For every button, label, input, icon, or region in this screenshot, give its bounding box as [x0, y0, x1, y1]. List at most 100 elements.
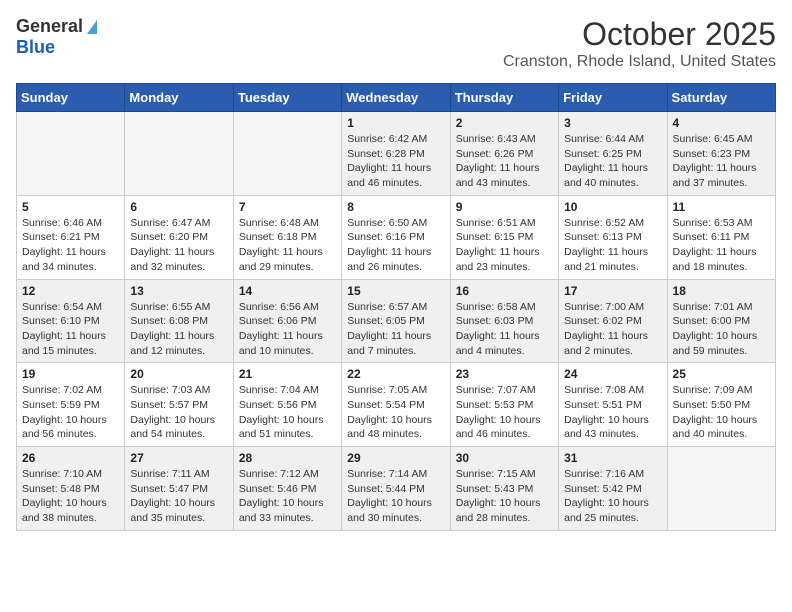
day-number: 25 — [673, 367, 770, 381]
calendar-cell — [233, 112, 341, 196]
calendar-cell: 12 Sunrise: 6:54 AMSunset: 6:10 PMDayligh… — [17, 279, 125, 363]
calendar-cell: 21Sunrise: 7:04 AMSunset: 5:56 PMDayligh… — [233, 363, 341, 447]
day-number: 23 — [456, 367, 553, 381]
day-info: Sunrise: 6:53 AMSunset: 6:11 PMDaylight:… — [673, 216, 770, 275]
calendar-cell: 2 Sunrise: 6:43 AMSunset: 6:26 PMDaylight… — [450, 112, 558, 196]
day-info: Sunrise: 6:51 AMSunset: 6:15 PMDaylight:… — [456, 216, 553, 275]
day-info: Sunrise: 7:10 AMSunset: 5:48 PMDaylight:… — [22, 467, 119, 526]
calendar-week-row: 12 Sunrise: 6:54 AMSunset: 6:10 PMDayligh… — [17, 279, 776, 363]
calendar-cell: 24 Sunrise: 7:08 AMSunset: 5:51 PMDayligh… — [559, 363, 667, 447]
calendar-cell: 22Sunrise: 7:05 AMSunset: 5:54 PMDayligh… — [342, 363, 450, 447]
day-number: 27 — [130, 451, 227, 465]
calendar-cell: 15Sunrise: 6:57 AMSunset: 6:05 PMDayligh… — [342, 279, 450, 363]
logo-general-text: General — [16, 16, 83, 37]
day-info: Sunrise: 6:42 AMSunset: 6:28 PMDaylight:… — [347, 132, 444, 191]
day-number: 16 — [456, 284, 553, 298]
day-info: Sunrise: 7:05 AMSunset: 5:54 PMDaylight:… — [347, 383, 444, 442]
day-info: Sunrise: 6:43 AMSunset: 6:26 PMDaylight:… — [456, 132, 553, 191]
calendar-cell: 23 Sunrise: 7:07 AMSunset: 5:53 PMDayligh… — [450, 363, 558, 447]
logo-blue-text: Blue — [16, 37, 55, 58]
day-number: 1 — [347, 116, 444, 130]
day-number: 9 — [456, 200, 553, 214]
day-number: 31 — [564, 451, 661, 465]
calendar-cell: 26 Sunrise: 7:10 AMSunset: 5:48 PMDayligh… — [17, 447, 125, 531]
day-info: Sunrise: 7:07 AMSunset: 5:53 PMDaylight:… — [456, 383, 553, 442]
calendar-week-row: 19Sunrise: 7:02 AMSunset: 5:59 PMDayligh… — [17, 363, 776, 447]
day-number: 5 — [22, 200, 119, 214]
day-info: Sunrise: 6:44 AMSunset: 6:25 PMDaylight:… — [564, 132, 661, 191]
day-number: 2 — [456, 116, 553, 130]
calendar-cell: 18 Sunrise: 7:01 AMSunset: 6:00 PMDayligh… — [667, 279, 775, 363]
weekday-header: Friday — [559, 84, 667, 112]
day-number: 10 — [564, 200, 661, 214]
weekday-header: Monday — [125, 84, 233, 112]
calendar-cell — [17, 112, 125, 196]
calendar-cell: 11 Sunrise: 6:53 AMSunset: 6:11 PMDayligh… — [667, 195, 775, 279]
day-number: 8 — [347, 200, 444, 214]
day-number: 28 — [239, 451, 336, 465]
day-info: Sunrise: 6:55 AMSunset: 6:08 PMDaylight:… — [130, 300, 227, 359]
weekday-header: Wednesday — [342, 84, 450, 112]
day-number: 11 — [673, 200, 770, 214]
calendar-cell: 27 Sunrise: 7:11 AMSunset: 5:47 PMDayligh… — [125, 447, 233, 531]
day-number: 21 — [239, 367, 336, 381]
day-number: 17 — [564, 284, 661, 298]
day-number: 29 — [347, 451, 444, 465]
day-info: Sunrise: 6:58 AMSunset: 6:03 PMDaylight:… — [456, 300, 553, 359]
day-info: Sunrise: 7:01 AMSunset: 6:00 PMDaylight:… — [673, 300, 770, 359]
day-info: Sunrise: 7:08 AMSunset: 5:51 PMDaylight:… — [564, 383, 661, 442]
calendar-week-row: 26 Sunrise: 7:10 AMSunset: 5:48 PMDayligh… — [17, 447, 776, 531]
calendar-cell: 17Sunrise: 7:00 AMSunset: 6:02 PMDayligh… — [559, 279, 667, 363]
day-info: Sunrise: 6:45 AMSunset: 6:23 PMDaylight:… — [673, 132, 770, 191]
calendar-cell — [125, 112, 233, 196]
weekday-header: Sunday — [17, 84, 125, 112]
day-number: 14 — [239, 284, 336, 298]
title-section: October 2025 Cranston, Rhode Island, Uni… — [503, 16, 776, 71]
day-info: Sunrise: 7:12 AMSunset: 5:46 PMDaylight:… — [239, 467, 336, 526]
day-number: 19 — [22, 367, 119, 381]
calendar-cell: 28 Sunrise: 7:12 AMSunset: 5:46 PMDayligh… — [233, 447, 341, 531]
day-info: Sunrise: 6:52 AMSunset: 6:13 PMDaylight:… — [564, 216, 661, 275]
calendar-cell: 20Sunrise: 7:03 AMSunset: 5:57 PMDayligh… — [125, 363, 233, 447]
calendar-cell: 1 Sunrise: 6:42 AMSunset: 6:28 PMDaylight… — [342, 112, 450, 196]
day-number: 6 — [130, 200, 227, 214]
calendar-cell: 25 Sunrise: 7:09 AMSunset: 5:50 PMDayligh… — [667, 363, 775, 447]
calendar-cell: 16 Sunrise: 6:58 AMSunset: 6:03 PMDayligh… — [450, 279, 558, 363]
weekday-header: Saturday — [667, 84, 775, 112]
calendar-cell: 3 Sunrise: 6:44 AMSunset: 6:25 PMDaylight… — [559, 112, 667, 196]
calendar-table: SundayMondayTuesdayWednesdayThursdayFrid… — [16, 83, 776, 531]
calendar-cell: 29 Sunrise: 7:14 AMSunset: 5:44 PMDayligh… — [342, 447, 450, 531]
day-info: Sunrise: 6:54 AMSunset: 6:10 PMDaylight:… — [22, 300, 119, 359]
day-info: Sunrise: 7:16 AMSunset: 5:42 PMDaylight:… — [564, 467, 661, 526]
calendar-cell: 4 Sunrise: 6:45 AMSunset: 6:23 PMDaylight… — [667, 112, 775, 196]
calendar-cell: 6 Sunrise: 6:47 AMSunset: 6:20 PMDaylight… — [125, 195, 233, 279]
day-number: 20 — [130, 367, 227, 381]
day-number: 24 — [564, 367, 661, 381]
day-info: Sunrise: 6:48 AMSunset: 6:18 PMDaylight:… — [239, 216, 336, 275]
calendar-cell: 13Sunrise: 6:55 AMSunset: 6:08 PMDayligh… — [125, 279, 233, 363]
calendar-cell: 14Sunrise: 6:56 AMSunset: 6:06 PMDayligh… — [233, 279, 341, 363]
calendar-cell: 9 Sunrise: 6:51 AMSunset: 6:15 PMDaylight… — [450, 195, 558, 279]
calendar-cell: 10 Sunrise: 6:52 AMSunset: 6:13 PMDayligh… — [559, 195, 667, 279]
day-info: Sunrise: 7:09 AMSunset: 5:50 PMDaylight:… — [673, 383, 770, 442]
day-number: 3 — [564, 116, 661, 130]
day-info: Sunrise: 7:15 AMSunset: 5:43 PMDaylight:… — [456, 467, 553, 526]
day-number: 26 — [22, 451, 119, 465]
day-number: 7 — [239, 200, 336, 214]
day-info: Sunrise: 6:47 AMSunset: 6:20 PMDaylight:… — [130, 216, 227, 275]
header-row: SundayMondayTuesdayWednesdayThursdayFrid… — [17, 84, 776, 112]
day-number: 12 — [22, 284, 119, 298]
calendar-week-row: 5Sunrise: 6:46 AMSunset: 6:21 PMDaylight… — [17, 195, 776, 279]
day-info: Sunrise: 6:50 AMSunset: 6:16 PMDaylight:… — [347, 216, 444, 275]
day-number: 4 — [673, 116, 770, 130]
calendar-week-row: 1 Sunrise: 6:42 AMSunset: 6:28 PMDaylight… — [17, 112, 776, 196]
calendar-cell: 7 Sunrise: 6:48 AMSunset: 6:18 PMDaylight… — [233, 195, 341, 279]
calendar-cell: 8 Sunrise: 6:50 AMSunset: 6:16 PMDaylight… — [342, 195, 450, 279]
day-info: Sunrise: 7:11 AMSunset: 5:47 PMDaylight:… — [130, 467, 227, 526]
calendar-cell: 30Sunrise: 7:15 AMSunset: 5:43 PMDayligh… — [450, 447, 558, 531]
page-header: General Blue October 2025 Cranston, Rhod… — [16, 16, 776, 71]
day-number: 18 — [673, 284, 770, 298]
weekday-header: Tuesday — [233, 84, 341, 112]
day-info: Sunrise: 7:14 AMSunset: 5:44 PMDaylight:… — [347, 467, 444, 526]
calendar-cell: 5Sunrise: 6:46 AMSunset: 6:21 PMDaylight… — [17, 195, 125, 279]
